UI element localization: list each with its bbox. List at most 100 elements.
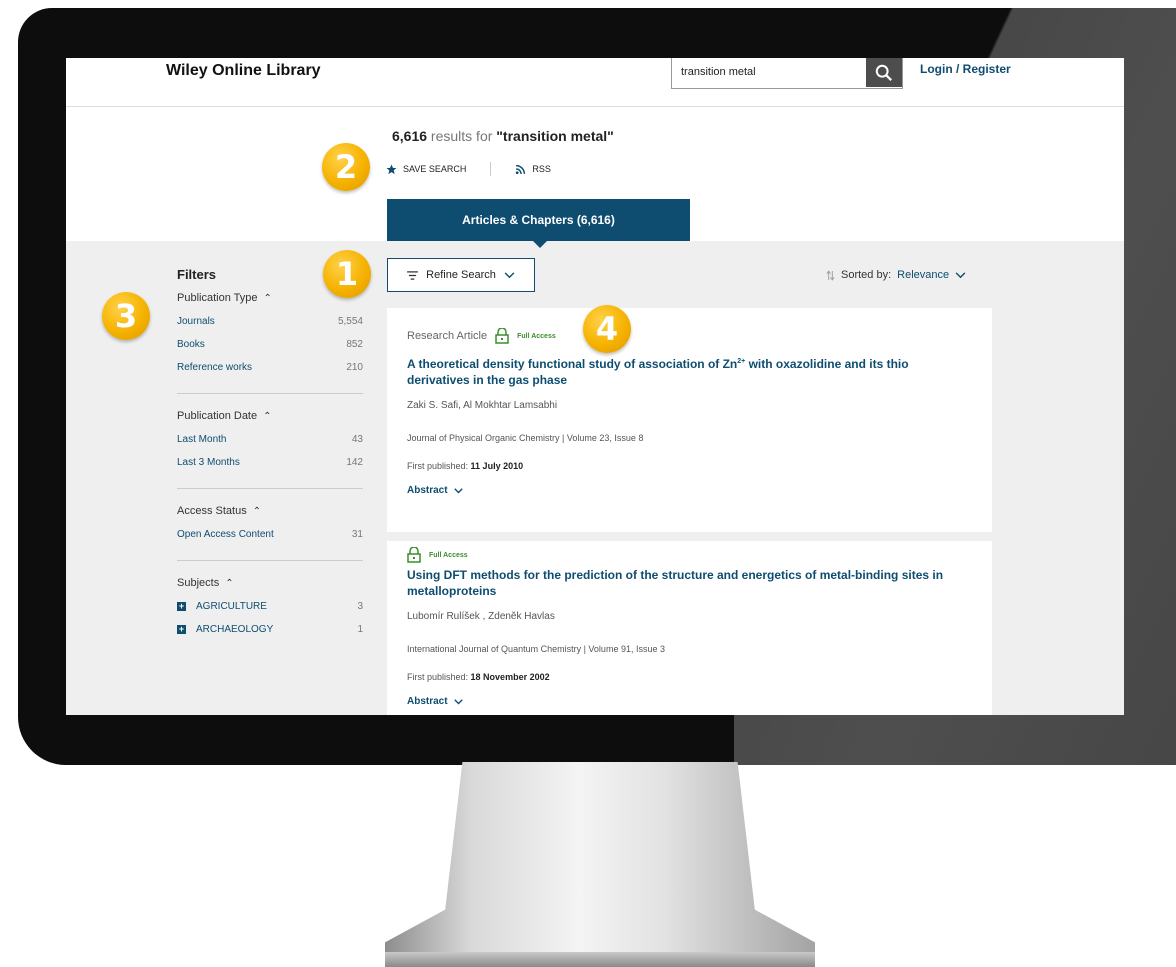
full-access-label: Full Access	[517, 332, 556, 340]
filter-item-count: 1	[357, 624, 363, 635]
expand-plus-icon[interactable]: +	[177, 625, 186, 634]
article-journal[interactable]: Journal of Physical Organic Chemistry | …	[407, 433, 972, 443]
save-search-button[interactable]: SAVE SEARCH	[386, 164, 466, 175]
first-published-date: 11 July 2010	[470, 461, 524, 471]
callout-badge-3: 3	[102, 292, 150, 340]
results-actions: SAVE SEARCH RSS	[386, 162, 551, 176]
filter-item-count: 43	[351, 434, 363, 445]
monitor-stand-base	[385, 952, 815, 967]
filter-head-label: Subjects	[177, 577, 220, 589]
abstract-toggle[interactable]: Abstract	[407, 696, 972, 707]
results-count: 6,616	[392, 128, 428, 144]
unlocked-icon	[495, 328, 509, 344]
action-separator	[490, 162, 492, 176]
abstract-label: Abstract	[407, 485, 448, 496]
filter-item-label: Reference works	[177, 362, 253, 373]
rss-button[interactable]: RSS	[515, 164, 551, 175]
article-type: Research Article	[407, 330, 488, 342]
filter-group-subjects: Subjects ⌃ + AGRICULTURE 3 + ARCHAEOLOGY…	[177, 577, 363, 655]
card-meta: Full Access	[407, 547, 972, 563]
filter-item-label: Last Month	[177, 434, 227, 445]
article-first-published: First published: 11 July 2010	[407, 461, 972, 471]
result-card: Full Access Using DFT methods for the pr…	[387, 541, 992, 715]
refine-search-label: Refine Search	[426, 269, 496, 281]
search-button[interactable]	[866, 58, 902, 87]
site-title[interactable]: Wiley Online Library	[166, 62, 321, 80]
filter-item-count: 5,554	[337, 316, 363, 327]
chevron-down-icon	[453, 487, 463, 493]
filter-item-last-3-months[interactable]: Last 3 Months 142	[177, 457, 363, 468]
abstract-label: Abstract	[407, 696, 448, 707]
abstract-toggle[interactable]: Abstract	[407, 485, 972, 496]
header-divider	[66, 106, 1124, 107]
results-for-text: results for	[427, 128, 497, 144]
filter-item-count: 852	[346, 339, 363, 350]
filter-item-journals[interactable]: Journals 5,554	[177, 316, 363, 327]
chevron-up-icon: ⌃	[252, 505, 262, 517]
results-query: "transition metal"	[496, 128, 614, 144]
filter-lines-icon	[407, 270, 419, 280]
filter-item-label: ARCHAEOLOGY	[196, 624, 274, 635]
chevron-down-icon	[453, 698, 463, 704]
first-published-label: First published:	[407, 461, 469, 471]
filter-group-publication-type: Publication Type ⌃ Journals 5,554 Books …	[177, 292, 363, 394]
star-icon	[386, 164, 397, 174]
expand-plus-icon[interactable]: +	[177, 602, 186, 611]
subject-label-wrap: + AGRICULTURE	[177, 601, 267, 612]
filter-head-publication-date[interactable]: Publication Date ⌃	[177, 410, 363, 422]
refine-search-button[interactable]: Refine Search	[387, 258, 535, 292]
filter-item-label: Journals	[177, 316, 215, 327]
filter-head-label: Access Status	[177, 505, 247, 517]
tab-articles-chapters[interactable]: Articles & Chapters (6,616)	[387, 199, 690, 241]
article-journal[interactable]: International Journal of Quantum Chemist…	[407, 644, 972, 654]
sort-control[interactable]: Sorted by: Relevance	[826, 269, 966, 281]
filter-head-access-status[interactable]: Access Status ⌃	[177, 505, 363, 517]
filter-group-publication-date: Publication Date ⌃ Last Month 43 Last 3 …	[177, 410, 363, 489]
card-meta: Research Article Full Access	[407, 328, 972, 344]
chevron-down-icon	[504, 271, 515, 278]
results-heading: 6,616 results for "transition metal"	[392, 128, 614, 144]
monitor-stand	[385, 762, 815, 967]
result-card: Research Article Full Access A theoretic…	[387, 308, 992, 532]
chevron-down-icon	[955, 271, 966, 278]
filter-item-agriculture[interactable]: + AGRICULTURE 3	[177, 601, 363, 612]
filter-item-books[interactable]: Books 852	[177, 339, 363, 350]
chevron-up-icon: ⌃	[263, 410, 272, 422]
article-title-link[interactable]: A theoretical density functional study o…	[407, 354, 972, 388]
full-access-label: Full Access	[429, 551, 468, 559]
filter-head-label: Publication Type	[177, 292, 258, 304]
first-published-label: First published:	[407, 672, 469, 682]
rss-icon	[516, 164, 526, 174]
article-title-link[interactable]: Using DFT methods for the prediction of …	[407, 567, 972, 599]
sort-prefix: Sorted by:	[841, 269, 892, 281]
unlocked-icon	[407, 547, 421, 563]
sort-arrows-icon	[826, 269, 835, 281]
filter-item-count: 31	[351, 529, 363, 540]
article-authors[interactable]: Zaki S. Safi, Al Mokhtar Lamsabhi	[407, 400, 972, 411]
callout-badge-2: 2	[322, 143, 370, 191]
search-icon	[875, 64, 893, 81]
filter-item-count: 210	[346, 362, 363, 373]
chevron-up-icon: ⌃	[225, 577, 234, 589]
filter-item-archaeology[interactable]: + ARCHAEOLOGY 1	[177, 624, 363, 635]
filter-head-label: Publication Date	[177, 410, 258, 422]
search-bar	[671, 58, 903, 89]
sort-value: Relevance	[897, 269, 950, 281]
article-authors[interactable]: Lubomír Rulíšek , Zdeněk Havlas	[407, 611, 972, 622]
login-register-link[interactable]: Login / Register	[920, 62, 1011, 76]
tab-active-indicator	[533, 241, 547, 248]
filter-item-open-access[interactable]: Open Access Content 31	[177, 529, 363, 540]
filter-item-count: 3	[357, 601, 363, 612]
filter-head-subjects[interactable]: Subjects ⌃	[177, 577, 363, 589]
rss-label: RSS	[532, 164, 551, 174]
filter-item-last-month[interactable]: Last Month 43	[177, 434, 363, 445]
callout-badge-1: 1	[323, 250, 371, 298]
filter-item-label: Books	[177, 339, 205, 350]
filter-item-label: Open Access Content	[177, 529, 274, 540]
search-input[interactable]	[672, 58, 861, 86]
filter-item-label: AGRICULTURE	[196, 601, 267, 612]
filter-item-reference-works[interactable]: Reference works 210	[177, 362, 363, 373]
browser-screen: Wiley Online Library Login / Register 6,…	[66, 58, 1124, 715]
filters-sidebar: Filters Publication Type ⌃ Journals 5,55…	[177, 267, 363, 671]
filter-item-label: Last 3 Months	[177, 457, 240, 468]
